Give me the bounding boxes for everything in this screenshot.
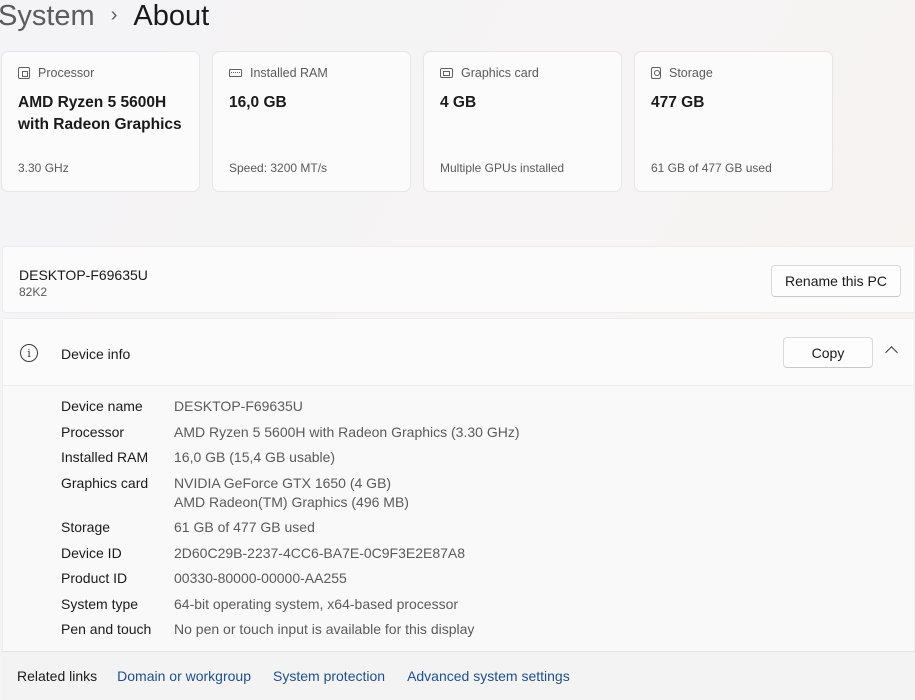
device-info-header[interactable]: i Device info Copy	[3, 319, 914, 386]
card-sub: Speed: 3200 MT/s	[229, 161, 328, 175]
card-value: 477 GB	[651, 94, 705, 111]
card-sub: 3.30 GHz	[18, 161, 69, 175]
pc-name: DESKTOP-F69635U	[19, 267, 148, 283]
related-links: Related links Domain or workgroup System…	[2, 651, 915, 700]
domain-workgroup-link[interactable]: Domain or workgroup	[117, 668, 251, 684]
page-title: About	[133, 0, 210, 32]
card-sub: Multiple GPUs installed	[440, 161, 565, 175]
spec-value-line: NVIDIA GeForce GTX 1650 (4 GB)	[174, 474, 392, 491]
processor-card: Processor AMD Ryzen 5 5600H with Radeon …	[1, 51, 200, 192]
spec-cards: Processor AMD Ryzen 5 5600H with Radeon …	[1, 51, 833, 192]
chevron-right-icon: ›	[110, 3, 118, 26]
device-info-panel: i Device info Copy Device name DESKTOP-F…	[2, 318, 915, 700]
advanced-system-settings-link[interactable]: Advanced system settings	[407, 668, 570, 684]
graphics-card: Graphics card 4 GB Multiple GPUs install…	[423, 51, 622, 192]
rename-pc-button[interactable]: Rename this PC	[771, 265, 901, 297]
card-value: AMD Ryzen 5 5600H with Radeon Graphics	[18, 94, 182, 133]
card-label: Installed RAM	[250, 66, 328, 80]
spec-row: Device name DESKTOP-F69635U	[61, 398, 303, 414]
pc-model: 82K2	[19, 285, 48, 299]
spec-row: Storage 61 GB of 477 GB used	[61, 519, 315, 535]
ram-card: Installed RAM 16,0 GB Speed: 3200 MT/s	[212, 51, 411, 192]
card-label: Graphics card	[461, 66, 539, 80]
spec-row: Product ID 00330-80000-00000-AA255	[61, 570, 347, 586]
card-label: Storage	[669, 66, 713, 80]
ram-icon	[229, 69, 242, 77]
breadcrumb-system[interactable]: System	[0, 0, 95, 33]
card-label: Processor	[38, 66, 95, 80]
storage-card: Storage 477 GB 61 GB of 477 GB used	[634, 51, 833, 192]
pc-name-panel: DESKTOP-F69635U 82K2 Rename this PC	[2, 246, 915, 313]
breadcrumb: System › About	[0, 0, 209, 38]
card-value: 16,0 GB	[229, 94, 287, 111]
spec-row: Device ID 2D60C29B-2237-4CC6-BA7E-0C9F3E…	[61, 544, 466, 561]
copy-button[interactable]: Copy	[783, 337, 873, 368]
card-value: 4 GB	[440, 94, 477, 111]
spec-value-line: AMD Radeon(TM) Graphics (496 MB)	[174, 493, 409, 510]
processor-icon	[18, 67, 30, 79]
spec-row: System type 64-bit operating system, x64…	[61, 595, 459, 612]
spec-row: Pen and touch No pen or touch input is a…	[61, 621, 475, 637]
info-icon: i	[20, 344, 38, 362]
card-sub: 61 GB of 477 GB used	[651, 161, 772, 175]
storage-icon	[651, 67, 661, 79]
spec-row: Graphics card NVIDIA GeForce GTX 1650 (4…	[61, 474, 409, 510]
spec-row: Processor AMD Ryzen 5 5600H with Radeon …	[61, 423, 520, 440]
related-links-label: Related links	[17, 668, 98, 684]
device-info-title: Device info	[61, 346, 131, 362]
spec-list: Device name DESKTOP-F69635U Processor AM…	[61, 397, 519, 646]
graphics-card-icon	[440, 68, 453, 78]
spec-row: Installed RAM 16,0 GB (15,4 GB usable)	[61, 449, 336, 465]
system-protection-link[interactable]: System protection	[273, 668, 385, 684]
chevron-up-icon[interactable]	[885, 346, 898, 359]
